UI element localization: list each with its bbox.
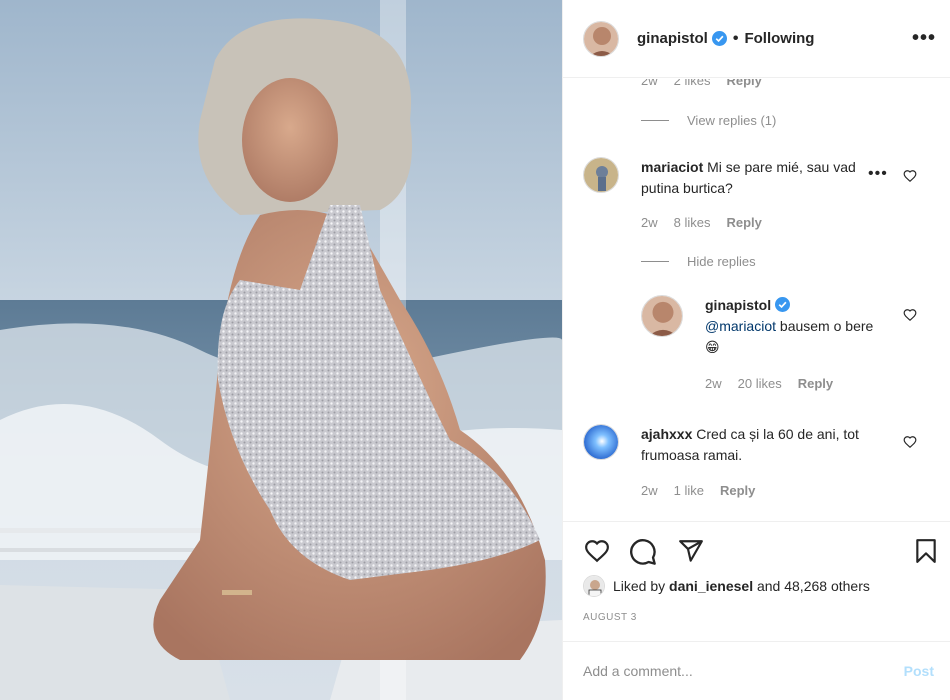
comment-text: mariaciot Mi se pare mié, sau vad putina… (641, 157, 863, 199)
reply-button[interactable]: Reply (798, 376, 833, 391)
share-icon[interactable] (677, 538, 705, 564)
comment-time: 2w (641, 79, 658, 88)
liker-avatar[interactable] (583, 575, 605, 597)
view-replies-button[interactable]: View replies (1) (641, 113, 776, 128)
heart-icon[interactable] (903, 435, 917, 449)
save-bookmark-icon[interactable] (913, 536, 939, 566)
comment-meta: 2w 8 likes Reply (641, 215, 762, 230)
comment-options-icon[interactable]: ••• (868, 165, 888, 183)
action-bar (563, 521, 950, 581)
commenter-username[interactable]: mariaciot (641, 159, 703, 175)
likes-count[interactable]: and 48,268 others (757, 578, 870, 594)
comment-time: 2w (705, 376, 722, 391)
replies-line (641, 261, 669, 262)
separator-dot: • (732, 29, 739, 47)
comment-likes[interactable]: 1 like (674, 483, 704, 498)
heart-icon[interactable] (903, 308, 917, 322)
add-comment-input[interactable] (583, 663, 904, 679)
reply-meta: 2w 20 likes Reply (705, 376, 833, 391)
liked-by-prefix: Liked by (613, 578, 666, 594)
post-photo[interactable] (0, 0, 562, 700)
author-username[interactable]: ginapistol (637, 30, 708, 47)
following-button[interactable]: Following (744, 30, 814, 47)
hide-replies-button[interactable]: Hide replies (641, 254, 756, 269)
verified-badge-icon (711, 31, 727, 46)
reply-button[interactable]: Reply (726, 79, 761, 88)
likes-summary[interactable]: Liked by dani_ienesel and 48,268 others (583, 575, 870, 597)
heart-icon[interactable] (903, 169, 917, 183)
reply-author-avatar[interactable] (641, 295, 683, 337)
post-header: ginapistol • Following ••• (563, 0, 950, 78)
reply-button[interactable]: Reply (726, 215, 761, 230)
comment-likes[interactable]: 2 likes (674, 79, 711, 88)
comment-likes[interactable]: 20 likes (738, 376, 782, 391)
comment-time: 2w (641, 483, 658, 498)
photo-illustration (0, 0, 562, 700)
commenter-avatar[interactable] (583, 424, 619, 460)
comment-time: 2w (641, 215, 658, 230)
comments-list[interactable]: 2w 2 likes Reply View replies (1) mariac… (563, 79, 950, 521)
commenter-avatar[interactable] (583, 157, 619, 193)
post-comment-button[interactable]: Post (904, 663, 934, 679)
comment-meta: 2w 1 like Reply (641, 483, 755, 498)
mention-link[interactable]: @mariaciot (705, 318, 776, 334)
author-avatar[interactable] (583, 20, 619, 57)
like-heart-icon[interactable] (583, 538, 611, 564)
comment-item: ajahxxx Cred ca și la 60 de ani, tot fru… (583, 424, 881, 466)
commenter-username[interactable]: ajahxxx (641, 426, 692, 442)
comment-text: ajahxxx Cred ca și la 60 de ani, tot fru… (641, 424, 881, 466)
comment-item: mariaciot Mi se pare mié, sau vad putina… (583, 157, 863, 199)
reply-button[interactable]: Reply (720, 483, 755, 498)
comment-composer: Post (563, 641, 950, 700)
reply-text: ginapistol @mariaciot bausem o bere 😁 (705, 295, 880, 358)
comment-icon[interactable] (629, 538, 657, 566)
liked-by-username[interactable]: dani_ienesel (669, 578, 753, 594)
hide-replies-label: Hide replies (687, 254, 756, 269)
post-details-panel: ginapistol • Following ••• 2w 2 likes Re… (562, 0, 950, 700)
comment-likes[interactable]: 8 likes (674, 215, 711, 230)
post-date: AUGUST 3 (583, 612, 637, 623)
more-options-icon[interactable]: ••• (912, 27, 936, 50)
replies-line (641, 120, 669, 121)
comment-meta: 2w 2 likes Reply (641, 79, 762, 88)
reply-username[interactable]: ginapistol (705, 297, 771, 313)
verified-badge-icon (775, 297, 791, 312)
view-replies-label: View replies (1) (687, 113, 777, 128)
reply-item: ginapistol @mariaciot bausem o bere 😁 (641, 295, 880, 358)
instagram-post-modal: ginapistol • Following ••• 2w 2 likes Re… (0, 0, 950, 700)
